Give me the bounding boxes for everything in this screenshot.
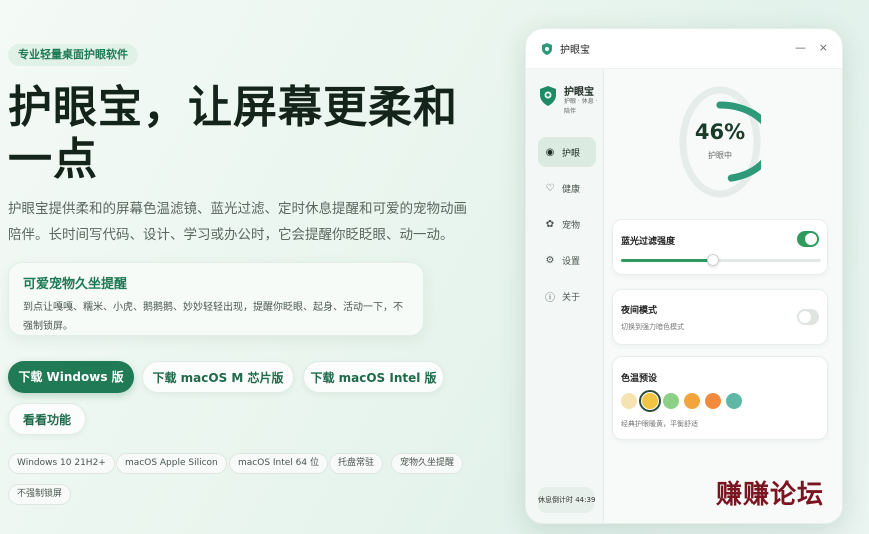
nav-item-eye[interactable]: ◉ 护眼 bbox=[538, 137, 596, 167]
eye-care-ring: 46% 护眼中 bbox=[679, 86, 761, 198]
night-mode-card: 夜间模式 切换到强力暗色模式 bbox=[612, 289, 828, 345]
chip-windows: Windows 10 21H2+ bbox=[8, 453, 115, 474]
color-swatch[interactable] bbox=[684, 393, 700, 409]
chip-apple-silicon: macOS Apple Silicon bbox=[116, 453, 227, 474]
sidebar: 护眼宝 护眼 · 休息 · 陪伴 ◉ 护眼 ♡ 健康 ✿ 宠物 ⚙ 设置 ⓘ 关于 休息倒… bbox=[526, 69, 604, 523]
progress-label: 护眼中 bbox=[708, 151, 732, 160]
feature-card: 可爱宠物久坐提醒 到点让嘎嘎、糯米、小虎、鹅鹅鹅、妙妙轻轻出现，提醒你眨眼、起身… bbox=[8, 262, 424, 336]
gear-icon: ⚙ bbox=[545, 254, 555, 266]
night-mode-title: 夜间模式 bbox=[621, 306, 658, 316]
color-swatch[interactable] bbox=[663, 393, 679, 409]
brand-subtitle: 护眼 · 休息 · 陪伴 bbox=[564, 98, 598, 115]
nav-item-pet[interactable]: ✿ 宠物 bbox=[538, 209, 596, 239]
chip-pet-reminder: 宠物久坐提醒 bbox=[391, 453, 464, 474]
nav-item-about[interactable]: ⓘ 关于 bbox=[538, 281, 596, 311]
window-title: 护眼宝 bbox=[560, 45, 590, 56]
info-icon: ⓘ bbox=[545, 292, 555, 304]
download-mac-intel-button[interactable]: 下载 macOS Intel 版 bbox=[303, 361, 444, 393]
view-features-button[interactable]: 看看功能 bbox=[8, 403, 86, 435]
heart-icon: ♡ bbox=[545, 182, 555, 194]
color-preset-title: 色温预设 bbox=[621, 374, 658, 384]
rest-timer: 休息倒计时 44:39 bbox=[538, 487, 595, 513]
feature-card-title: 可爱宠物久坐提醒 bbox=[23, 277, 128, 292]
night-mode-toggle[interactable] bbox=[797, 309, 819, 325]
blue-filter-card: 蓝光过滤强度 bbox=[612, 219, 828, 275]
app-window: 护眼宝 — × 护眼宝 护眼 · 休息 · 陪伴 ◉ 护眼 ♡ 健康 ✿ 宠物 ⚙ 设置… bbox=[525, 28, 843, 524]
app-titlebar: 护眼宝 — × bbox=[526, 29, 842, 69]
shield-logo-icon bbox=[542, 42, 552, 55]
download-mac-m-button[interactable]: 下载 macOS M 芯片版 bbox=[142, 361, 294, 393]
feature-card-text: 到点让嘎嘎、糯米、小虎、鹅鹅鹅、妙妙轻轻出现，提醒你眨眼、起身、活动一下，不强制… bbox=[23, 302, 403, 332]
shield-brand-icon bbox=[540, 86, 556, 106]
brand-name: 护眼宝 bbox=[564, 87, 594, 98]
color-preset-subtitle: 经典护眼暖黄，平衡舒适 bbox=[621, 420, 698, 428]
progress-value: 46% bbox=[694, 120, 746, 144]
hero-description: 护眼宝提供柔和的屏幕色温滤镜、蓝光过滤、定时休息提醒和可爱的宠物动画陪伴。长时间… bbox=[8, 201, 467, 243]
close-button[interactable]: × bbox=[819, 41, 828, 54]
forum-watermark: 赚赚论坛 bbox=[716, 480, 825, 510]
download-windows-button[interactable]: 下载 Windows 版 bbox=[8, 361, 134, 393]
blue-filter-title: 蓝光过滤强度 bbox=[621, 237, 676, 247]
chip-no-lock: 不强制锁屏 bbox=[8, 484, 72, 505]
nav-item-settings[interactable]: ⚙ 设置 bbox=[538, 245, 596, 275]
hero-title: 护眼宝，让屏幕更柔和一点 bbox=[8, 82, 458, 185]
hero-badge: 专业轻量桌面护眼软件 bbox=[8, 44, 138, 66]
nav-item-health[interactable]: ♡ 健康 bbox=[538, 173, 596, 203]
slider-handle[interactable] bbox=[707, 254, 719, 266]
color-swatch[interactable] bbox=[639, 390, 661, 412]
slider-fill bbox=[621, 259, 713, 262]
blue-filter-slider[interactable] bbox=[621, 254, 821, 266]
chip-tray: 托盘常驻 bbox=[329, 453, 384, 474]
color-swatch[interactable] bbox=[705, 393, 721, 409]
pet-icon: ✿ bbox=[545, 218, 555, 230]
color-preset-card: 色温预设 经典护眼暖黄，平衡舒适 bbox=[612, 356, 828, 440]
eye-icon: ◉ bbox=[545, 146, 555, 158]
chip-intel: macOS Intel 64 位 bbox=[229, 453, 328, 474]
blue-filter-toggle[interactable] bbox=[797, 231, 819, 247]
color-swatch[interactable] bbox=[621, 393, 637, 409]
main-panel: 46% 护眼中 蓝光过滤强度 夜间模式 切换到强力暗色模式 色温预设 经典护眼暖… bbox=[604, 69, 842, 523]
color-swatch[interactable] bbox=[726, 393, 742, 409]
night-mode-subtitle: 切换到强力暗色模式 bbox=[621, 323, 684, 331]
minimize-button[interactable]: — bbox=[795, 41, 806, 54]
